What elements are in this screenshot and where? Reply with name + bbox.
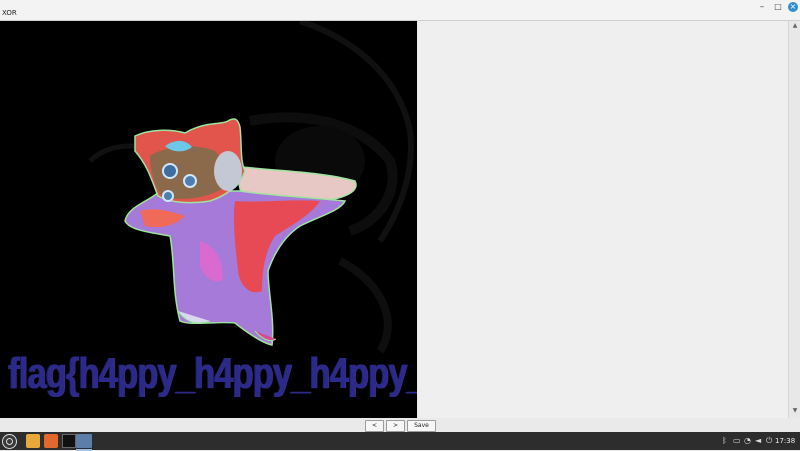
window-title: XOR (2, 9, 17, 17)
vertical-scrollbar[interactable]: ▲ ▼ (788, 21, 800, 418)
software-center-icon[interactable] (44, 434, 58, 448)
power-icon[interactable]: ⏻ (766, 436, 772, 446)
previous-button[interactable]: < (365, 420, 384, 432)
taskbar: ᛒ ▭ ◔ ◄ ⏻ 17:38 (0, 432, 800, 451)
title-bar: XOR – □ × (0, 0, 800, 21)
scroll-up-icon[interactable]: ▲ (791, 22, 799, 30)
folder-icon[interactable] (26, 434, 40, 448)
button-row: < > Save (0, 418, 800, 432)
maximize-button[interactable]: □ (773, 2, 783, 12)
terminal-icon[interactable] (62, 434, 76, 448)
next-button[interactable]: > (386, 420, 405, 432)
save-button[interactable]: Save (407, 420, 436, 432)
xor-app-taskbar-icon[interactable] (76, 434, 92, 451)
bluetooth-icon[interactable]: ᛒ (722, 436, 727, 446)
empty-panel (418, 21, 788, 418)
battery-icon[interactable]: ▭ (733, 436, 741, 446)
start-menu-icon[interactable] (2, 434, 17, 449)
close-button[interactable]: × (788, 2, 798, 12)
flag-text: flag{h4ppy_h4ppy_h4ppy_:)} (8, 349, 417, 398)
scroll-down-icon[interactable]: ▼ (791, 407, 799, 415)
clock[interactable]: 17:38 (775, 437, 795, 446)
network-icon[interactable]: ◔ (744, 436, 751, 446)
minimize-button[interactable]: – (757, 2, 767, 12)
volume-icon[interactable]: ◄ (755, 436, 761, 446)
image-canvas: flag{h4ppy_h4ppy_h4ppy_:)} (0, 21, 417, 418)
